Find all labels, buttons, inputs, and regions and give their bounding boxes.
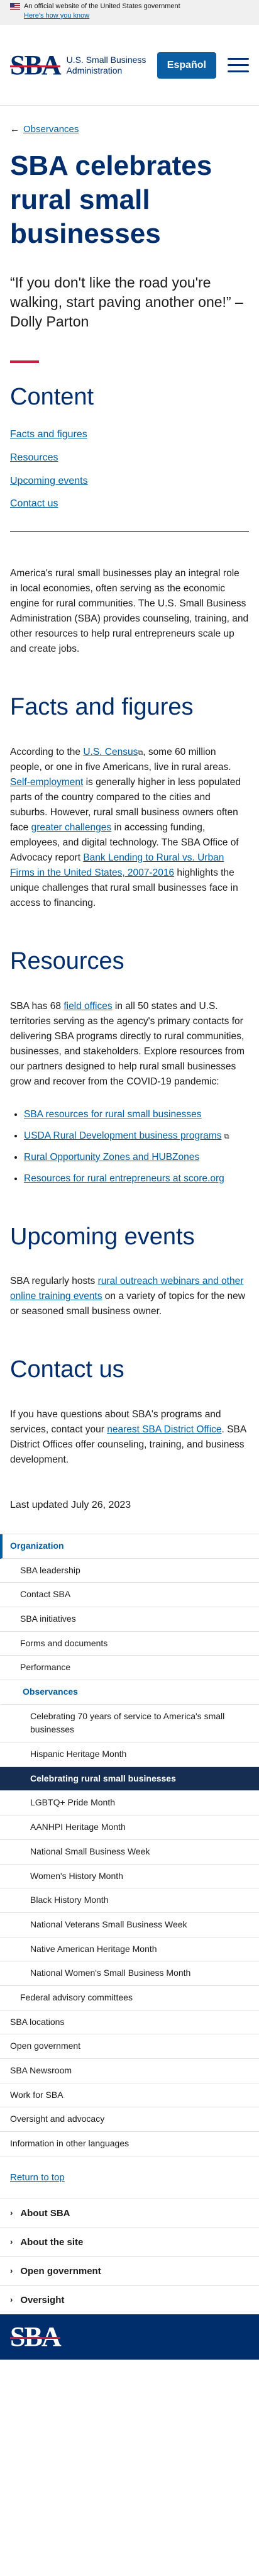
events-heading: Upcoming events — [10, 1223, 195, 1250]
site-header: SBA U.S. Small Business Administration E… — [0, 25, 259, 106]
content-divider — [10, 531, 249, 532]
contact-heading: Contact us — [10, 1356, 124, 1383]
sidenav-subitem[interactable]: LGBTQ+ Pride Month — [0, 1791, 259, 1816]
menu-icon[interactable] — [228, 58, 249, 72]
content-heading: Content — [10, 384, 94, 411]
accordion-about-sba[interactable]: › About SBA — [0, 2199, 259, 2228]
sidenav-item[interactable]: SBA leadership — [0, 1559, 259, 1583]
sidenav-observances[interactable]: Observances — [0, 1680, 259, 1705]
sidenav-top-item[interactable]: SBA Newsroom — [0, 2059, 259, 2083]
chevron-right-icon: › — [10, 2208, 13, 2218]
gov-banner: An official website of the United States… — [0, 0, 259, 25]
toc-events-link[interactable]: Upcoming events — [10, 476, 88, 486]
sidenav-item[interactable]: Federal advisory committees — [0, 1986, 259, 2010]
sidenav-item[interactable]: Contact SBA — [0, 1583, 259, 1607]
sidenav-top-item[interactable]: Oversight and advocacy — [0, 2107, 259, 2133]
resource-link-hubzones[interactable]: Rural Opportunity Zones and HUBZones — [24, 1152, 199, 1163]
resource-link-usda[interactable]: USDA Rural Development business programs — [24, 1130, 221, 1141]
us-flag-icon — [10, 3, 20, 10]
sba-logo-mark: SBA — [10, 49, 62, 81]
intro-paragraph: America's rural small businesses play an… — [10, 568, 249, 655]
sidenav-subitem[interactable]: Hispanic Heritage Month — [0, 1742, 259, 1767]
sidenav-subitem[interactable]: Native American Heritage Month — [0, 1938, 259, 1962]
sidenav-subitem[interactable]: National Small Business Week — [0, 1840, 259, 1865]
resources-list: SBA resources for rural small businesses… — [10, 1107, 249, 1186]
facts-heading: Facts and figures — [10, 694, 194, 721]
sidenav-subitem[interactable]: Women's History Month — [0, 1865, 259, 1889]
external-link-icon: ⧉ — [224, 1132, 229, 1140]
resource-link-score[interactable]: Resources for rural entrepreneurs at sco… — [24, 1173, 224, 1184]
sidenav-subitem[interactable]: Celebrating 70 years of service to Ameri… — [0, 1705, 259, 1743]
sidenav-subitem[interactable]: AANHPI Heritage Month — [0, 1815, 259, 1840]
contact-paragraph: If you have questions about SBA's progra… — [10, 1409, 246, 1466]
resources-heading: Resources — [10, 948, 124, 975]
toc-facts-link[interactable]: Facts and figures — [10, 429, 87, 440]
events-paragraph: SBA regularly hosts rural outreach webin… — [10, 1276, 245, 1317]
sidenav-item[interactable]: Forms and documents — [0, 1632, 259, 1656]
sidenav-current-item[interactable]: Celebrating rural small businesses — [0, 1766, 259, 1792]
site-footer: SBA — [0, 2314, 259, 2360]
sidenav-top-item[interactable]: SBA locations — [0, 2010, 259, 2035]
sidenav-item[interactable]: SBA initiatives — [0, 1607, 259, 1632]
accordion-oversight[interactable]: › Oversight — [0, 2285, 259, 2315]
sba-logo[interactable]: SBA U.S. Small Business Administration — [10, 49, 155, 81]
side-navigation: Organization SBA leadership Contact SBA … — [0, 1533, 259, 2156]
arrow-left-icon: ← — [10, 124, 19, 135]
self-employment-link[interactable]: Self-employment — [10, 777, 83, 788]
resource-link-sba-rural[interactable]: SBA resources for rural small businesses — [24, 1109, 202, 1120]
breadcrumb-observances-link[interactable]: Observances — [23, 122, 79, 137]
toc-resources-link[interactable]: Resources — [10, 452, 58, 463]
page-quote: “If you don't like the road you're walki… — [10, 274, 243, 330]
field-offices-link[interactable]: field offices — [63, 1001, 112, 1012]
facts-paragraph: According to the U.S. Census⧉, some 60 m… — [10, 746, 241, 909]
footer-sba-logo[interactable]: SBA — [10, 2323, 62, 2351]
return-to-top-link[interactable]: Return to top — [10, 2170, 249, 2185]
table-of-contents: Facts and figures Resources Upcoming eve… — [10, 427, 249, 512]
sidenav-subitem[interactable]: Black History Month — [0, 1888, 259, 1913]
resources-paragraph: SBA has 68 field offices in all 50 state… — [10, 1000, 245, 1087]
sidenav-top-item[interactable]: Information in other languages — [0, 2132, 259, 2156]
banner-official-text: An official website of the United States… — [24, 3, 180, 10]
heres-how-you-know-link[interactable]: Here's how you know — [24, 12, 89, 20]
chevron-right-icon: › — [10, 2295, 13, 2305]
footer-accordion: › About SBA › About the site › Open governm… — [0, 2199, 259, 2315]
espanol-button[interactable]: Español — [157, 52, 216, 79]
accordion-open-government[interactable]: › Open government — [0, 2256, 259, 2286]
sidenav-top-item[interactable]: Open government — [0, 2034, 259, 2060]
sidenav-top-item[interactable]: Work for SBA — [0, 2083, 259, 2108]
sidenav-organization[interactable]: Organization — [0, 1534, 259, 1559]
sidenav-subitem[interactable]: National Veterans Small Business Week — [0, 1913, 259, 1938]
greater-challenges-link[interactable]: greater challenges — [31, 822, 112, 833]
district-office-link[interactable]: nearest SBA District Office — [107, 1424, 221, 1435]
accent-divider — [10, 360, 39, 364]
breadcrumb: ← Observances — [10, 122, 249, 137]
toc-contact-link[interactable]: Contact us — [10, 498, 58, 509]
sidenav-subitem[interactable]: National Women's Small Business Month — [0, 1961, 259, 1986]
chevron-right-icon: › — [10, 2266, 13, 2276]
accordion-about-site[interactable]: › About the site — [0, 2228, 259, 2257]
last-updated: Last updated July 26, 2023 — [10, 1500, 131, 1511]
main-content: ← Observances SBA celebrates rural small… — [0, 122, 259, 2360]
chevron-right-icon: › — [10, 2237, 13, 2247]
sidenav-item[interactable]: Performance — [0, 1656, 259, 1681]
census-link[interactable]: U.S. Census — [83, 747, 138, 757]
sba-logo-text: U.S. Small Business Administration — [66, 54, 146, 75]
page-title: SBA celebrates rural small businesses — [10, 150, 212, 249]
